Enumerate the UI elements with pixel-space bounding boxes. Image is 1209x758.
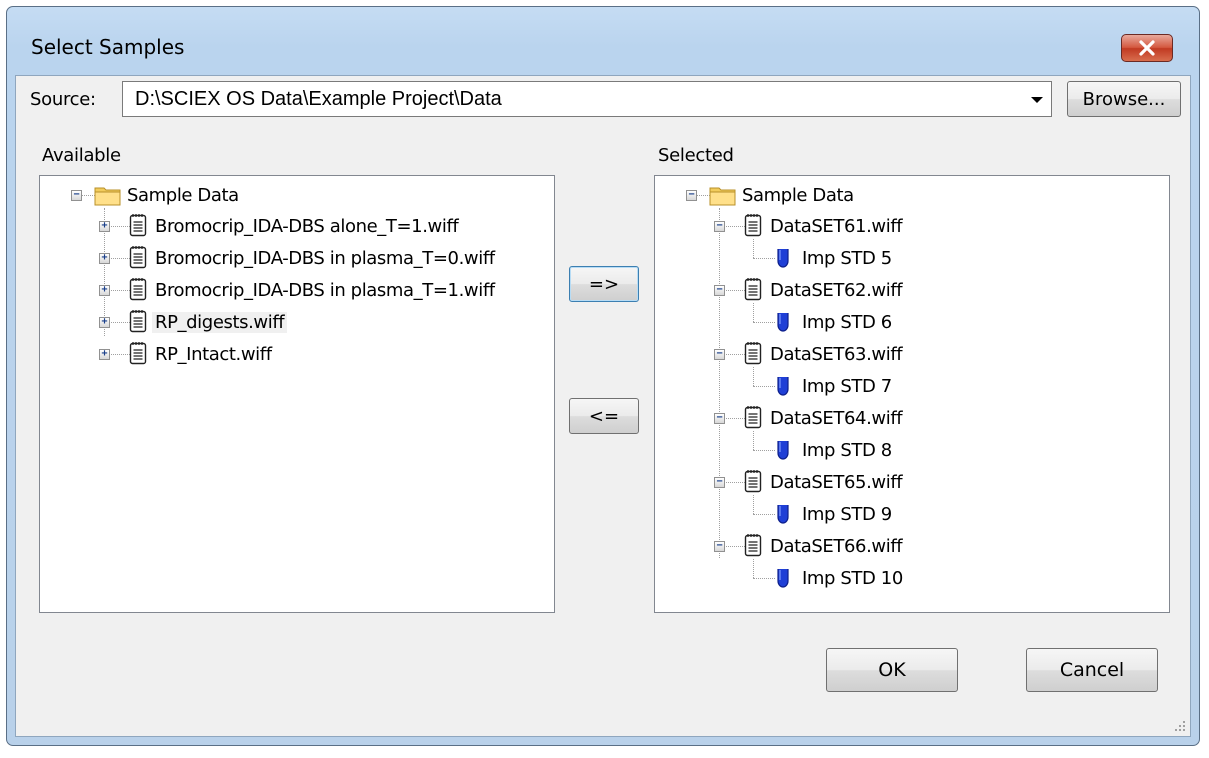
close-button[interactable] <box>1121 34 1173 62</box>
available-file-label: RP_digests.wiff <box>152 311 288 333</box>
wiff-file-icon <box>744 278 762 301</box>
sample-tube-icon <box>777 249 789 268</box>
selected-file-label: DataSET62.wiff <box>770 279 903 301</box>
tree-root-sample-data[interactable]: Sample Data <box>739 185 857 206</box>
selected-sample-label: Imp STD 10 <box>802 567 903 589</box>
wiff-file-icon <box>129 214 147 237</box>
sample-tube-icon <box>777 313 789 332</box>
selected-tree[interactable]: − Sample Data − DataSET61.wiff Imp STD 5 − D… <box>654 175 1170 613</box>
expand-toggle[interactable]: + <box>99 253 110 264</box>
dialog-title: Select Samples <box>31 35 185 59</box>
wiff-file-icon <box>744 342 762 365</box>
selected-sample-item[interactable]: Imp STD 7 <box>799 372 895 400</box>
selected-sample-item[interactable]: Imp STD 10 <box>799 564 906 592</box>
expand-toggle[interactable]: + <box>99 285 110 296</box>
dialog-client-area: Source: D:\SCIEX OS Data\Example Project… <box>15 75 1191 737</box>
wiff-file-icon <box>744 406 762 429</box>
available-file-item[interactable]: Bromocrip_IDA-DBS in plasma_T=0.wiff <box>152 244 498 272</box>
collapse-toggle[interactable]: − <box>71 190 82 201</box>
selected-file-item[interactable]: DataSET61.wiff <box>767 212 905 240</box>
cancel-button[interactable]: Cancel <box>1026 648 1158 692</box>
available-label: Available <box>42 145 121 166</box>
available-file-label: Bromocrip_IDA-DBS alone_T=1.wiff <box>155 215 459 237</box>
expand-toggle[interactable]: + <box>99 317 110 328</box>
wiff-file-icon <box>129 278 147 301</box>
collapse-toggle[interactable]: − <box>686 190 697 201</box>
collapse-toggle[interactable]: − <box>714 349 725 360</box>
wiff-file-icon <box>744 470 762 493</box>
select-samples-dialog: Select Samples Source: D:\SCIEX OS Data\… <box>6 6 1200 746</box>
available-file-label: Bromocrip_IDA-DBS in plasma_T=1.wiff <box>155 279 495 301</box>
selected-sample-item[interactable]: Imp STD 6 <box>799 308 895 336</box>
source-dropdown[interactable]: D:\SCIEX OS Data\Example Project\Data <box>122 81 1052 117</box>
expand-toggle[interactable]: + <box>99 349 110 360</box>
wiff-file-icon <box>129 342 147 365</box>
wiff-file-icon <box>129 246 147 269</box>
selected-file-item[interactable]: DataSET63.wiff <box>767 340 905 368</box>
selected-file-label: DataSET61.wiff <box>770 215 903 237</box>
source-label: Source: <box>30 89 96 110</box>
folder-icon <box>94 187 121 206</box>
source-path-value: D:\SCIEX OS Data\Example Project\Data <box>135 88 502 110</box>
chevron-down-icon <box>1031 97 1043 103</box>
available-file-item[interactable]: Bromocrip_IDA-DBS alone_T=1.wiff <box>152 212 461 240</box>
browse-button[interactable]: Browse... <box>1067 81 1181 117</box>
collapse-toggle[interactable]: − <box>714 413 725 424</box>
wiff-file-icon <box>129 310 147 333</box>
tree-root-sample-data[interactable]: Sample Data <box>124 185 242 206</box>
resize-grip-icon[interactable] <box>1174 720 1186 732</box>
selected-sample-item[interactable]: Imp STD 9 <box>799 500 895 528</box>
available-tree[interactable]: − Sample Data + Bromocrip_IDA-DBS alone_T… <box>39 175 555 613</box>
available-file-item[interactable]: RP_digests.wiff <box>152 308 288 336</box>
selected-sample-label: Imp STD 8 <box>802 439 892 461</box>
sample-tube-icon <box>777 505 789 524</box>
selected-sample-label: Imp STD 7 <box>802 375 892 397</box>
expand-toggle[interactable]: + <box>99 221 110 232</box>
wiff-file-icon <box>744 534 762 557</box>
selected-file-item[interactable]: DataSET65.wiff <box>767 468 905 496</box>
collapse-toggle[interactable]: − <box>714 541 725 552</box>
selected-sample-label: Imp STD 5 <box>802 247 892 269</box>
sample-tube-icon <box>777 441 789 460</box>
sample-tube-icon <box>777 569 789 588</box>
selected-sample-label: Imp STD 6 <box>802 311 892 333</box>
available-file-label: Bromocrip_IDA-DBS in plasma_T=0.wiff <box>155 247 495 269</box>
selected-label: Selected <box>658 145 734 166</box>
selected-file-label: DataSET63.wiff <box>770 343 903 365</box>
selected-file-label: DataSET64.wiff <box>770 407 903 429</box>
selected-file-label: DataSET66.wiff <box>770 535 903 557</box>
available-file-item[interactable]: Bromocrip_IDA-DBS in plasma_T=1.wiff <box>152 276 498 304</box>
selected-sample-item[interactable]: Imp STD 8 <box>799 436 895 464</box>
collapse-toggle[interactable]: − <box>714 285 725 296</box>
close-icon <box>1139 40 1155 56</box>
available-file-item[interactable]: RP_Intact.wiff <box>152 340 275 368</box>
wiff-file-icon <box>744 214 762 237</box>
selected-sample-item[interactable]: Imp STD 5 <box>799 244 895 272</box>
collapse-toggle[interactable]: − <box>714 477 725 488</box>
available-file-label: RP_Intact.wiff <box>155 343 272 365</box>
selected-file-item[interactable]: DataSET66.wiff <box>767 532 905 560</box>
collapse-toggle[interactable]: − <box>714 221 725 232</box>
add-to-selected-button[interactable]: => <box>569 266 639 302</box>
ok-button[interactable]: OK <box>826 648 958 692</box>
remove-from-selected-button[interactable]: <= <box>569 398 639 434</box>
selected-sample-label: Imp STD 9 <box>802 503 892 525</box>
selected-file-item[interactable]: DataSET64.wiff <box>767 404 905 432</box>
sample-tube-icon <box>777 377 789 396</box>
folder-icon <box>709 187 736 206</box>
selected-file-label: DataSET65.wiff <box>770 471 903 493</box>
selected-file-item[interactable]: DataSET62.wiff <box>767 276 905 304</box>
